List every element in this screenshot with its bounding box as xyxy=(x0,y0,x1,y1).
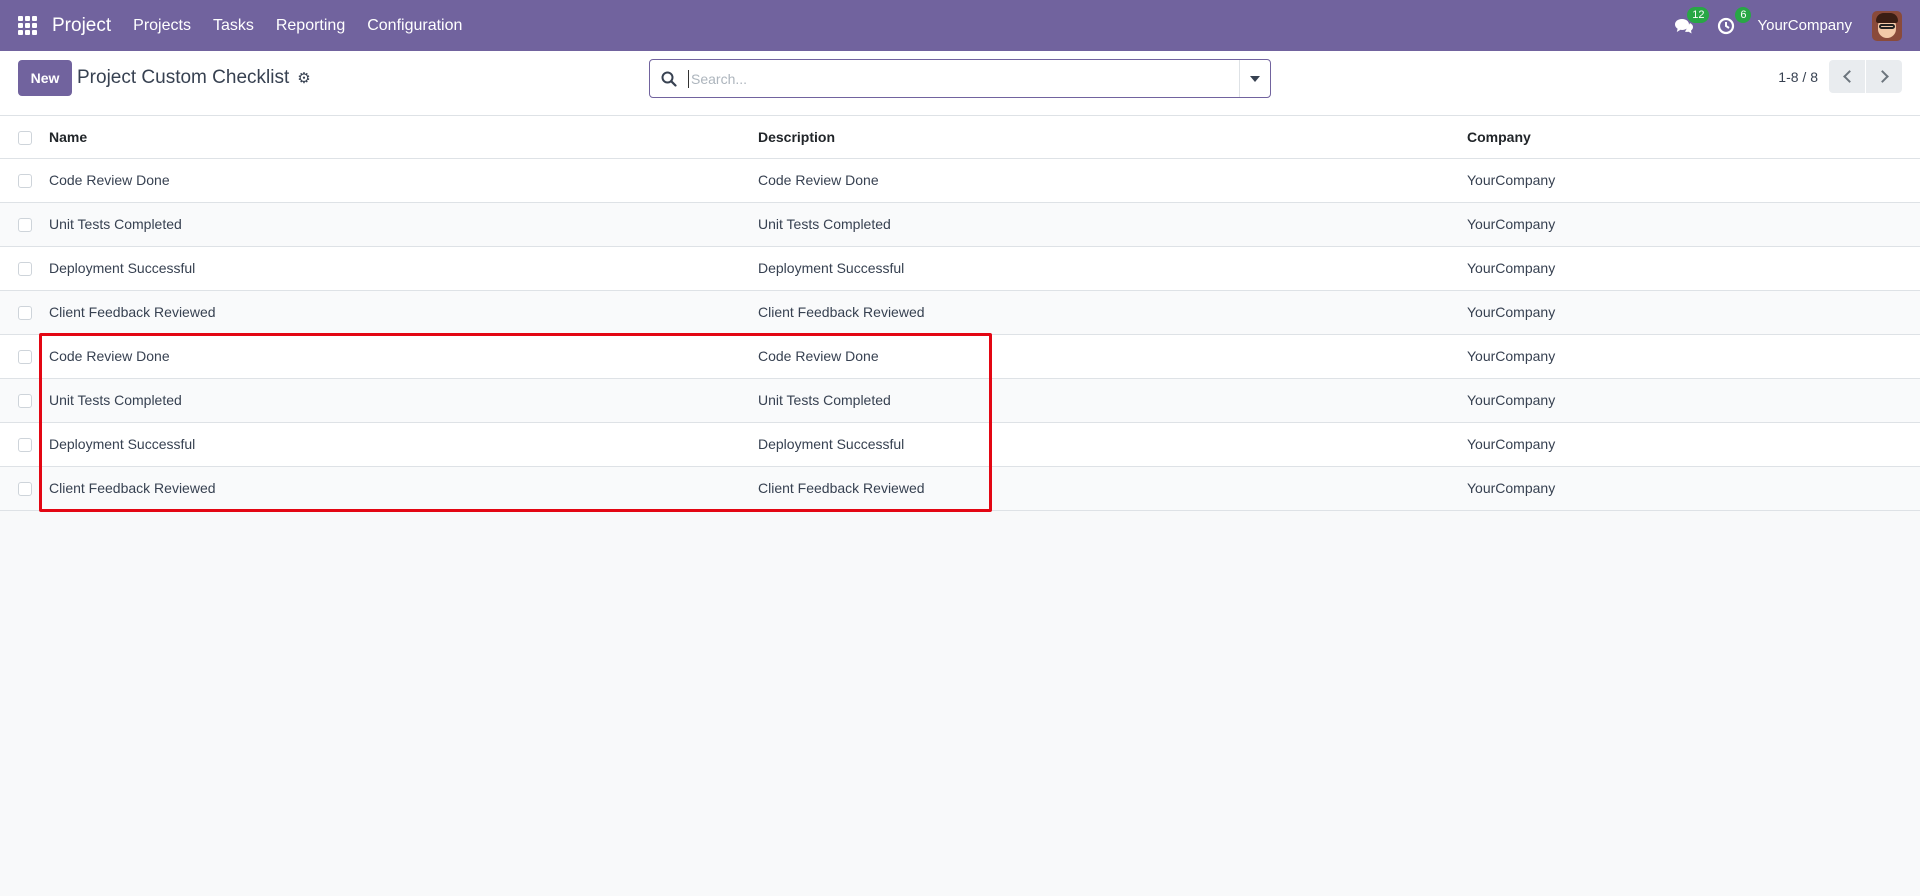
apps-grid-icon[interactable] xyxy=(18,15,38,36)
caret-down-icon xyxy=(1250,75,1260,82)
row-checkbox[interactable] xyxy=(18,218,32,233)
table-row[interactable]: Client Feedback Reviewed Client Feedback… xyxy=(0,466,1920,510)
row-checkbox[interactable] xyxy=(18,350,32,365)
table-row[interactable]: Unit Tests Completed Unit Tests Complete… xyxy=(0,378,1920,422)
messages-button[interactable]: 12 xyxy=(1673,6,1710,37)
cell-company[interactable]: YourCompany xyxy=(1467,158,1920,202)
breadcrumb-title: Project Custom Checklist xyxy=(77,67,290,88)
search-icon xyxy=(650,71,688,87)
messages-badge: 12 xyxy=(1687,6,1710,23)
cell-description[interactable]: Client Feedback Reviewed xyxy=(758,290,1467,334)
systray: 12 6 YourCompany xyxy=(1673,6,1902,41)
cell-description[interactable]: Client Feedback Reviewed xyxy=(758,466,1467,510)
app-name[interactable]: Project xyxy=(52,15,111,37)
cell-description[interactable]: Code Review Done xyxy=(758,158,1467,202)
cell-company[interactable]: YourCompany xyxy=(1467,246,1920,290)
page-title: Project Custom Checklist ⚙ xyxy=(77,67,311,89)
cell-name[interactable]: Deployment Successful xyxy=(49,422,758,466)
company-switcher[interactable]: YourCompany xyxy=(1757,17,1852,34)
table-row[interactable]: Deployment Successful Deployment Success… xyxy=(0,246,1920,290)
cell-company[interactable]: YourCompany xyxy=(1467,466,1920,510)
cell-name[interactable]: Deployment Successful xyxy=(49,246,758,290)
user-avatar[interactable] xyxy=(1872,10,1902,41)
row-checkbox[interactable] xyxy=(18,262,32,277)
cell-description[interactable]: Deployment Successful xyxy=(758,422,1467,466)
search-options-toggle[interactable] xyxy=(1239,60,1270,97)
table-row[interactable]: Code Review Done Code Review Done YourCo… xyxy=(0,334,1920,378)
table-header-row: Name Description Company xyxy=(0,116,1920,159)
table-row[interactable]: Code Review Done Code Review Done YourCo… xyxy=(0,158,1920,202)
table-row[interactable]: Unit Tests Completed Unit Tests Complete… xyxy=(0,202,1920,246)
cell-name[interactable]: Code Review Done xyxy=(49,334,758,378)
table-row[interactable]: Deployment Successful Deployment Success… xyxy=(0,422,1920,466)
menu-item-tasks[interactable]: Tasks xyxy=(213,17,254,35)
cell-company[interactable]: YourCompany xyxy=(1467,334,1920,378)
row-checkbox[interactable] xyxy=(18,174,32,189)
search-bar xyxy=(649,59,1271,98)
top-navbar: Project Projects Tasks Reporting Configu… xyxy=(0,0,1920,51)
cell-description[interactable]: Unit Tests Completed xyxy=(758,378,1467,422)
cell-company[interactable]: YourCompany xyxy=(1467,290,1920,334)
cell-name[interactable]: Code Review Done xyxy=(49,158,758,202)
row-checkbox[interactable] xyxy=(18,306,32,321)
pager-value[interactable]: 1-8 / 8 xyxy=(1778,69,1818,85)
cell-description[interactable]: Code Review Done xyxy=(758,334,1467,378)
cell-company[interactable]: YourCompany xyxy=(1467,378,1920,422)
records-table: Name Description Company Code Review Don… xyxy=(0,116,1920,511)
table-row[interactable]: Client Feedback Reviewed Client Feedback… xyxy=(0,290,1920,334)
activities-button[interactable]: 6 xyxy=(1715,6,1752,37)
row-checkbox[interactable] xyxy=(18,482,32,497)
pager: 1-8 / 8 xyxy=(1778,60,1902,93)
gear-icon[interactable]: ⚙ xyxy=(297,69,310,87)
pager-next-button[interactable] xyxy=(1866,60,1902,93)
cell-name[interactable]: Unit Tests Completed xyxy=(49,378,758,422)
column-header-company[interactable]: Company xyxy=(1467,116,1920,159)
cell-company[interactable]: YourCompany xyxy=(1467,202,1920,246)
search-input[interactable] xyxy=(688,69,1239,88)
chevron-right-icon xyxy=(1875,70,1889,83)
control-panel: New Project Custom Checklist ⚙ 1-8 / 8 xyxy=(0,51,1920,116)
row-checkbox[interactable] xyxy=(18,438,32,453)
cell-name[interactable]: Unit Tests Completed xyxy=(49,202,758,246)
chevron-left-icon xyxy=(1842,70,1856,83)
pager-previous-button[interactable] xyxy=(1829,60,1865,93)
cell-description[interactable]: Deployment Successful xyxy=(758,246,1467,290)
menu-item-projects[interactable]: Projects xyxy=(133,17,191,35)
list-view: Name Description Company Code Review Don… xyxy=(0,116,1920,511)
activities-badge: 6 xyxy=(1735,6,1752,23)
column-header-description[interactable]: Description xyxy=(758,116,1467,159)
select-all-checkbox[interactable] xyxy=(18,130,32,145)
cell-name[interactable]: Client Feedback Reviewed xyxy=(49,466,758,510)
cell-company[interactable]: YourCompany xyxy=(1467,422,1920,466)
row-checkbox[interactable] xyxy=(18,394,32,409)
table-body: Code Review Done Code Review Done YourCo… xyxy=(0,158,1920,510)
main-menu: Projects Tasks Reporting Configuration xyxy=(133,17,462,35)
clock-icon xyxy=(1718,17,1735,34)
cell-description[interactable]: Unit Tests Completed xyxy=(758,202,1467,246)
new-button[interactable]: New xyxy=(18,60,72,96)
menu-item-configuration[interactable]: Configuration xyxy=(367,17,462,35)
menu-item-reporting[interactable]: Reporting xyxy=(276,17,345,35)
cell-name[interactable]: Client Feedback Reviewed xyxy=(49,290,758,334)
column-header-name[interactable]: Name xyxy=(49,116,758,159)
